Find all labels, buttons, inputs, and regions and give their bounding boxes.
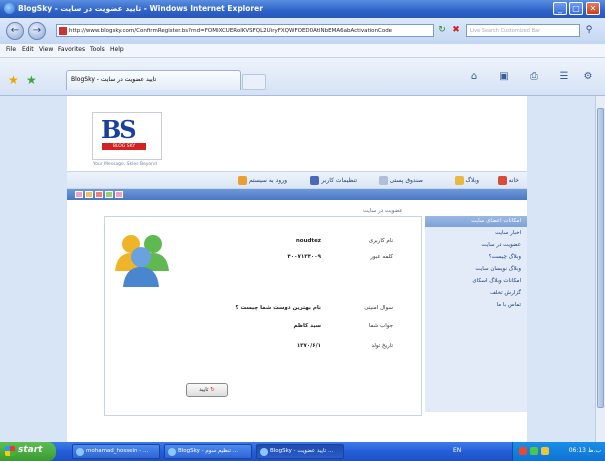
tab-bar: ★ ★ BlogSky - تایید عضویت در سایت ⌂ ▣ ⎙ … [0, 58, 605, 96]
theme-square[interactable] [115, 191, 123, 198]
menu-tools[interactable]: Tools [90, 46, 105, 53]
tab-current[interactable]: BlogSky - تایید عضویت در سایت [66, 70, 241, 90]
nav-login[interactable]: ورود به سیستم [236, 176, 287, 185]
login-icon [238, 176, 248, 185]
refresh-icon[interactable]: ↻ [437, 25, 447, 35]
sidebar-item-report[interactable]: گزارش تخلف [425, 287, 527, 299]
start-button[interactable]: start [0, 442, 56, 461]
web-page: BS BLOG SKY Your Message, Skies Beyond خ… [67, 96, 527, 442]
menu-edit[interactable]: Edit [22, 46, 34, 53]
home-icon[interactable]: ⌂ [466, 70, 482, 84]
sidebar-title: امکانات اعضای سایت [425, 216, 527, 227]
print-icon[interactable]: ⎙ [526, 70, 542, 84]
url-input[interactable]: http://www.blogsky.com/ConfirmRegister.b… [56, 24, 434, 37]
address-bar: ← → http://www.blogsky.com/ConfirmRegist… [0, 18, 605, 44]
username-value: noudtez [295, 238, 321, 244]
menu-favorites[interactable]: Favorites [58, 46, 85, 53]
refresh-icon: ↻ [210, 387, 215, 393]
theme-square[interactable] [95, 191, 103, 198]
site-nav: خانه وبلاگ صندوق پستی تنظیمات کاربر ورود… [67, 171, 527, 189]
taskbar-item[interactable]: BlogSky - تنظیم سوم ... [164, 444, 252, 459]
menu-bar: File Edit View Favorites Tools Help [0, 44, 605, 58]
scrollbar-thumb[interactable] [597, 108, 604, 408]
search-input[interactable]: Live Search Customized Bar [466, 24, 580, 37]
menu-view[interactable]: View [39, 46, 53, 53]
site-favicon-icon [59, 27, 67, 35]
tray-icon[interactable] [519, 447, 527, 455]
minimize-button[interactable]: _ [553, 2, 567, 15]
sidebar-item-contact[interactable]: تماس با ما [425, 299, 527, 311]
breadcrumb: عضویت در سایت [363, 208, 403, 214]
password-value: ۴۰۰۷۱۳۴۰۰۹ [287, 254, 321, 260]
sidebar-item-news[interactable]: اخبار سایت [425, 227, 527, 239]
stop-icon[interactable]: ✖ [451, 25, 461, 35]
birthdate-label: تاریخ تولد [371, 343, 393, 349]
theme-square[interactable] [105, 191, 113, 198]
vertical-scrollbar[interactable] [595, 96, 605, 442]
tools-menu-icon[interactable]: ⚙ [580, 70, 596, 84]
nav-user-settings[interactable]: تنظیمات کاربر [308, 176, 357, 185]
sidebar-item-what-is-blog[interactable]: وبلاگ چیست؟ [425, 251, 527, 263]
maximize-button[interactable]: □ [569, 2, 583, 15]
system-tray: 06:13 ب.ظ [512, 442, 605, 461]
site-logo[interactable]: BS BLOG SKY [92, 112, 162, 160]
forward-button[interactable]: → [28, 22, 46, 40]
clock: 06:13 ب.ظ [568, 447, 601, 454]
window-titlebar: BlogSky - تایید عضویت در سایت - Windows … [0, 0, 605, 18]
sidebar-item-bloggers[interactable]: وبلاگ نویسان سایت [425, 263, 527, 275]
confirm-button[interactable]: تایید ↻ [186, 383, 228, 397]
tab-label: BlogSky - تایید عضویت در سایت [71, 76, 157, 83]
logo-letters: BS [101, 115, 137, 144]
volume-icon[interactable] [541, 447, 549, 455]
language-indicator[interactable]: EN [453, 447, 461, 454]
blog-icon [454, 176, 464, 185]
page-menu-icon[interactable]: ☰ [556, 70, 572, 84]
theme-square[interactable] [85, 191, 93, 198]
tray-icon[interactable] [530, 447, 538, 455]
sidebar-item-features[interactable]: امکانات وبلاگ اسکای [425, 275, 527, 287]
window-title: BlogSky - تایید عضویت در سایت - Windows … [18, 4, 263, 13]
birthdate-value: ۱۳۷۰/۶/۱ [296, 343, 321, 349]
security-question-value: نام بهترین دوست شما چیست ؟ [235, 305, 321, 311]
menu-help[interactable]: Help [110, 46, 124, 53]
home-icon [497, 176, 507, 185]
answer-value: سید کاظم [293, 323, 321, 329]
username-label: نام کاربری [368, 238, 393, 244]
back-button[interactable]: ← [6, 22, 24, 40]
favorites-star-icon[interactable]: ★ [8, 74, 20, 86]
nav-blog[interactable]: وبلاگ [453, 176, 479, 185]
registration-confirm-panel: نام کاربری noudtez کلمه عبور ۴۰۰۷۱۳۴۰۰۹ … [104, 216, 422, 416]
sidebar: امکانات اعضای سایت اخبار سایت عضویت در س… [425, 216, 527, 412]
taskbar-item-active[interactable]: BlogSky - تایید عضویت ... [256, 444, 344, 459]
answer-label: جواب شما [368, 323, 393, 329]
menu-file[interactable]: File [6, 46, 16, 53]
theme-square[interactable] [75, 191, 83, 198]
mailbox-icon [378, 176, 388, 185]
logo-band: BLOG SKY [102, 143, 146, 150]
nav-strip [67, 189, 527, 200]
users-icon [115, 235, 169, 287]
taskbar-item[interactable]: mohamad_hossein - ... [72, 444, 160, 459]
new-tab-button[interactable] [242, 74, 266, 90]
url-text: http://www.blogsky.com/ConfirmRegister.b… [69, 28, 393, 34]
search-icon[interactable]: ⚲ [584, 25, 594, 35]
security-question-label: سوال امنیتی [364, 305, 393, 311]
browser-viewport: BS BLOG SKY Your Message, Skies Beyond خ… [0, 96, 595, 442]
nav-home[interactable]: خانه [496, 176, 519, 185]
ie-icon [4, 3, 15, 14]
add-favorite-icon[interactable]: ★ [26, 74, 38, 86]
taskbar: start mohamad_hossein - ... BlogSky - تن… [0, 442, 605, 461]
feeds-icon[interactable]: ▣ [496, 70, 512, 84]
password-label: کلمه عبور [370, 254, 393, 260]
site-tagline: Your Message, Skies Beyond [93, 162, 157, 167]
user-settings-icon [310, 176, 320, 185]
sidebar-item-register[interactable]: عضویت در سایت [425, 239, 527, 251]
nav-mailbox[interactable]: صندوق پستی [377, 176, 423, 185]
confirm-label: تایید [199, 387, 209, 393]
close-button[interactable]: ✕ [586, 2, 600, 15]
